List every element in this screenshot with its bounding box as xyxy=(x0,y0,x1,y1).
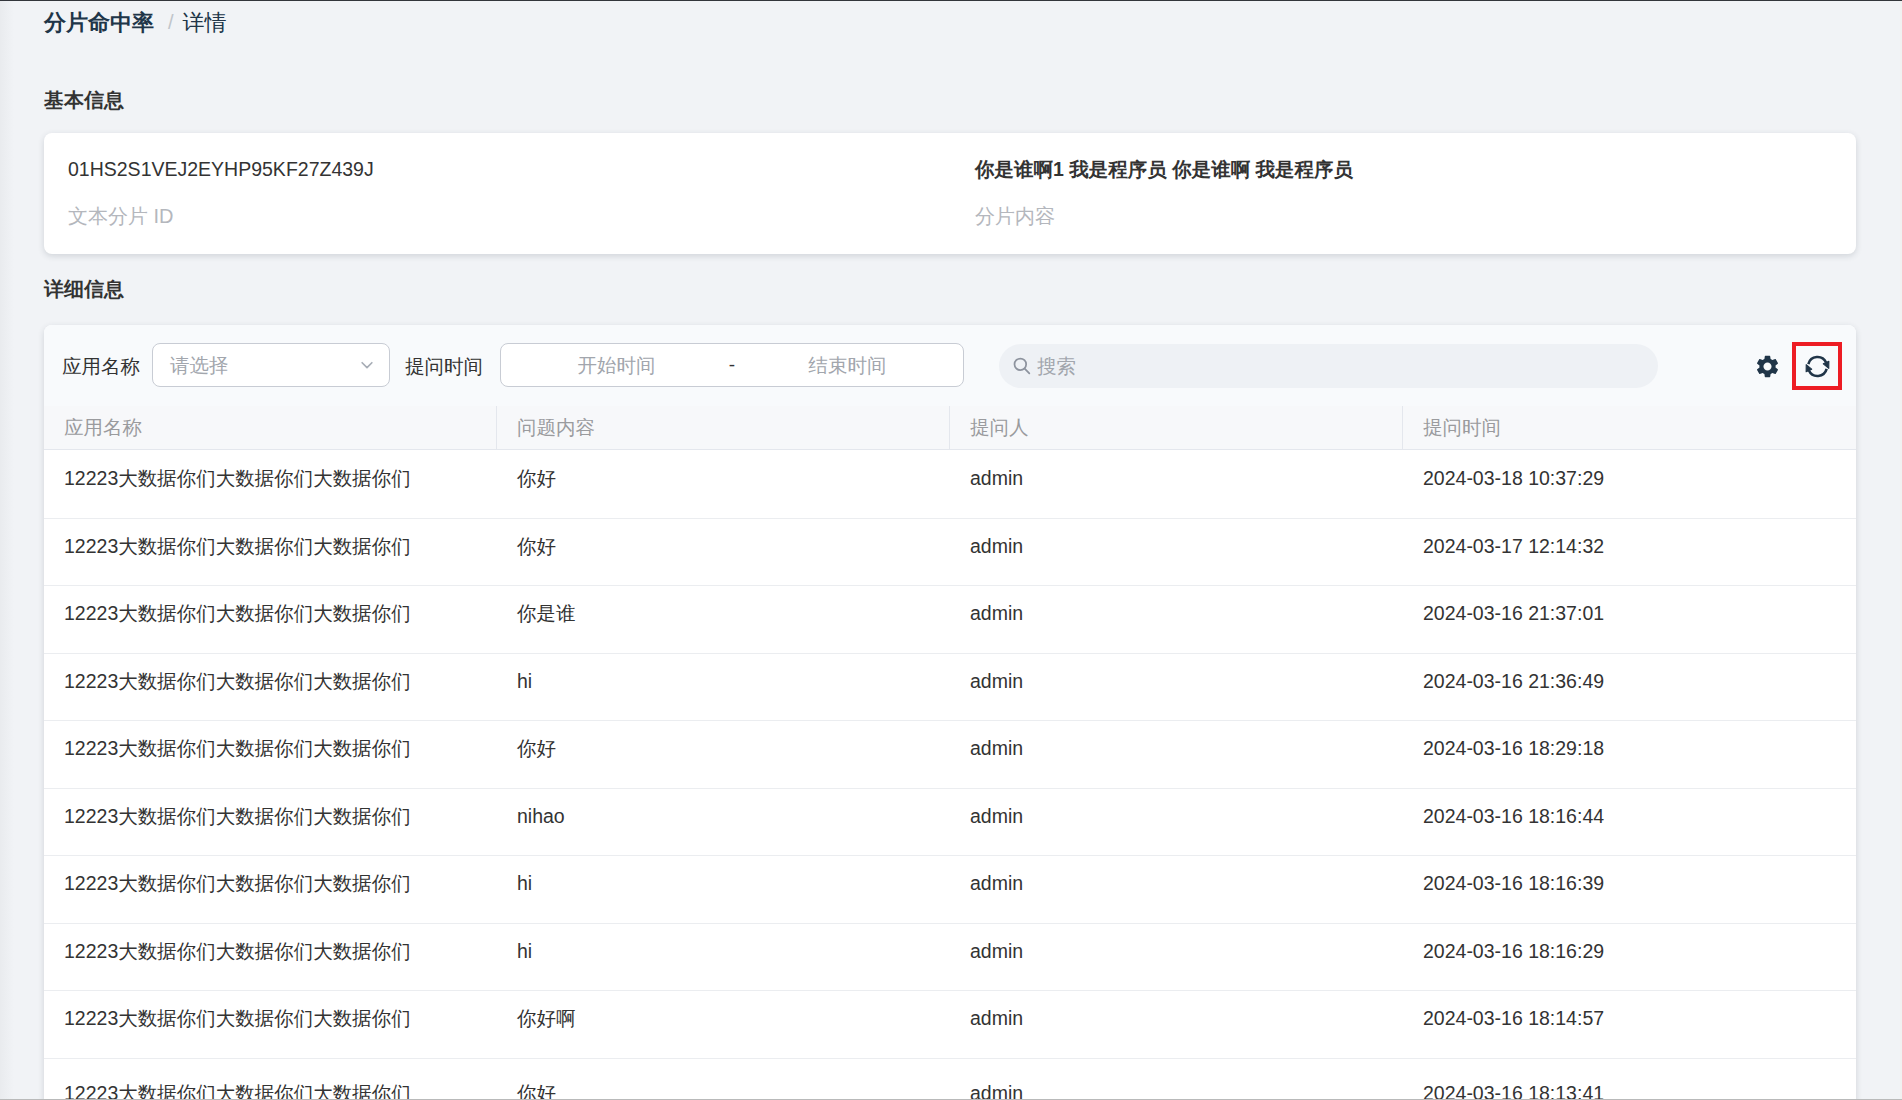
left-edge-shadow xyxy=(0,0,14,1100)
table-cell: 你是谁 xyxy=(497,586,950,653)
table-cell: 2024-03-17 12:14:32 xyxy=(1403,519,1856,586)
window-top-edge xyxy=(0,0,1902,1)
basic-info-card: 01HS2S1VEJ2EYHP95KF27Z439J 文本分片 ID 你是谁啊1… xyxy=(44,133,1856,254)
table-cell: 你好 xyxy=(497,721,950,788)
chevron-down-icon xyxy=(358,356,376,374)
table-cell: 12223大数据你们大数据你们大数据你们 xyxy=(44,586,497,653)
table-cell: hi xyxy=(497,924,950,991)
search-input-placeholder: 搜索 xyxy=(1037,353,1076,380)
table-row[interactable]: 12223大数据你们大数据你们大数据你们hiadmin2024-03-16 21… xyxy=(44,654,1856,722)
table-body: 12223大数据你们大数据你们大数据你们你好admin2024-03-18 10… xyxy=(44,451,1856,1100)
table-cell: hi xyxy=(497,856,950,923)
app-name-select[interactable]: 请选择 xyxy=(152,343,390,387)
ask-time-range-picker[interactable]: 开始时间 - 结束时间 xyxy=(500,343,964,387)
table-cell: 12223大数据你们大数据你们大数据你们 xyxy=(44,721,497,788)
basic-info-title: 基本信息 xyxy=(44,88,124,113)
table-cell: 2024-03-16 18:14:57 xyxy=(1403,991,1856,1058)
table-cell: 12223大数据你们大数据你们大数据你们 xyxy=(44,1059,497,1100)
table-cell: admin xyxy=(950,721,1403,788)
refresh-highlight-box xyxy=(1792,342,1842,390)
ask-time-filter-label: 提问时间 xyxy=(405,354,483,378)
table-cell: 12223大数据你们大数据你们大数据你们 xyxy=(44,789,497,856)
chunk-content-value: 你是谁啊1 我是程序员 你是谁啊 我是程序员 xyxy=(975,157,1856,182)
detail-info-card: 应用名称 请选择 提问时间 开始时间 - 结束时间 搜索 应用名称 问题内容 提… xyxy=(44,325,1856,1100)
table-row[interactable]: 12223大数据你们大数据你们大数据你们你好admin2024-03-16 18… xyxy=(44,721,1856,789)
column-header-asker: 提问人 xyxy=(950,406,1403,449)
table-header: 应用名称 问题内容 提问人 提问时间 xyxy=(44,406,1856,450)
table-cell: 2024-03-16 18:29:18 xyxy=(1403,721,1856,788)
table-row[interactable]: 12223大数据你们大数据你们大数据你们你好admin2024-03-17 12… xyxy=(44,519,1856,587)
table-cell: 2024-03-16 18:16:39 xyxy=(1403,856,1856,923)
app-name-select-placeholder: 请选择 xyxy=(170,352,358,379)
detail-info-title: 详细信息 xyxy=(44,277,124,302)
table-cell: 12223大数据你们大数据你们大数据你们 xyxy=(44,654,497,721)
table-cell: hi xyxy=(497,654,950,721)
search-input[interactable]: 搜索 xyxy=(999,344,1658,388)
text-chunk-id-value: 01HS2S1VEJ2EYHP95KF27Z439J xyxy=(68,157,950,182)
field-text-chunk-id: 01HS2S1VEJ2EYHP95KF27Z439J 文本分片 ID xyxy=(44,133,950,254)
breadcrumb-current: 详情 xyxy=(183,10,227,35)
table-row[interactable]: 12223大数据你们大数据你们大数据你们nihaoadmin2024-03-16… xyxy=(44,789,1856,857)
table-cell: nihao xyxy=(497,789,950,856)
text-chunk-id-label: 文本分片 ID xyxy=(68,204,950,229)
table-row[interactable]: 12223大数据你们大数据你们大数据你们hiadmin2024-03-16 18… xyxy=(44,924,1856,992)
breadcrumb: 分片命中率 / 详情 xyxy=(44,10,227,35)
gear-icon[interactable] xyxy=(1754,353,1781,380)
column-header-app-name: 应用名称 xyxy=(44,406,497,449)
table-cell: 12223大数据你们大数据你们大数据你们 xyxy=(44,924,497,991)
table-cell: admin xyxy=(950,856,1403,923)
table-cell: 2024-03-16 18:13:41 xyxy=(1403,1059,1856,1100)
breadcrumb-parent[interactable]: 分片命中率 xyxy=(44,10,154,35)
table-cell: admin xyxy=(950,924,1403,991)
table-cell: 你好 xyxy=(497,1059,950,1100)
app-name-filter-label: 应用名称 xyxy=(62,354,140,378)
column-header-question: 问题内容 xyxy=(497,406,950,449)
chunk-content-label: 分片内容 xyxy=(975,204,1856,229)
table-cell: admin xyxy=(950,586,1403,653)
table-cell: 2024-03-16 21:36:49 xyxy=(1403,654,1856,721)
table-row[interactable]: 12223大数据你们大数据你们大数据你们你好admin2024-03-16 18… xyxy=(44,1059,1856,1100)
end-time-input[interactable]: 结束时间 xyxy=(732,352,963,379)
table-cell: 12223大数据你们大数据你们大数据你们 xyxy=(44,991,497,1058)
table-row[interactable]: 12223大数据你们大数据你们大数据你们你好admin2024-03-18 10… xyxy=(44,451,1856,519)
table-row[interactable]: 12223大数据你们大数据你们大数据你们你是谁admin2024-03-16 2… xyxy=(44,586,1856,654)
table-cell: 12223大数据你们大数据你们大数据你们 xyxy=(44,519,497,586)
table-cell: admin xyxy=(950,654,1403,721)
table-cell: 2024-03-18 10:37:29 xyxy=(1403,451,1856,518)
start-time-input[interactable]: 开始时间 xyxy=(501,352,732,379)
table-cell: 你好 xyxy=(497,519,950,586)
table-cell: admin xyxy=(950,1059,1403,1100)
table-cell: 2024-03-16 21:37:01 xyxy=(1403,586,1856,653)
table-row[interactable]: 12223大数据你们大数据你们大数据你们hiadmin2024-03-16 18… xyxy=(44,856,1856,924)
column-header-ask-time: 提问时间 xyxy=(1403,406,1856,449)
field-chunk-content: 你是谁啊1 我是程序员 你是谁啊 我是程序员 分片内容 xyxy=(950,133,1856,254)
breadcrumb-separator: / xyxy=(168,10,174,35)
table-cell: 2024-03-16 18:16:44 xyxy=(1403,789,1856,856)
table-cell: 2024-03-16 18:16:29 xyxy=(1403,924,1856,991)
table-cell: 12223大数据你们大数据你们大数据你们 xyxy=(44,856,497,923)
table-cell: admin xyxy=(950,991,1403,1058)
table-cell: admin xyxy=(950,789,1403,856)
table-cell: 你好啊 xyxy=(497,991,950,1058)
table-cell: 你好 xyxy=(497,451,950,518)
table-cell: 12223大数据你们大数据你们大数据你们 xyxy=(44,451,497,518)
table-row[interactable]: 12223大数据你们大数据你们大数据你们你好啊admin2024-03-16 1… xyxy=(44,991,1856,1059)
table-cell: admin xyxy=(950,451,1403,518)
table-cell: admin xyxy=(950,519,1403,586)
refresh-icon[interactable] xyxy=(1802,351,1833,382)
search-icon xyxy=(1012,356,1032,376)
